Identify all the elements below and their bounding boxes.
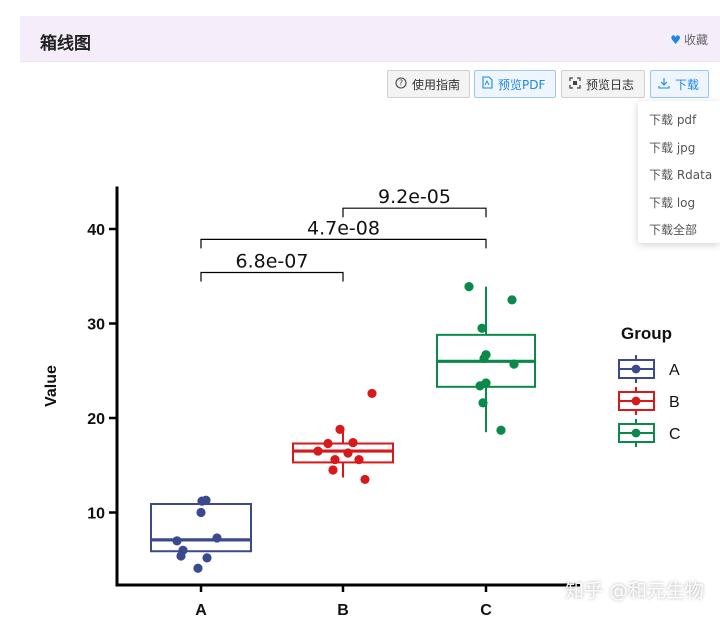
data-point <box>202 553 212 563</box>
data-point <box>464 282 474 292</box>
x-tick-label: B <box>337 602 349 619</box>
box-group-a <box>150 495 252 573</box>
significance-bracket <box>200 238 487 249</box>
download-rdata-item[interactable]: 下载 Rdata <box>649 166 712 183</box>
significance-bracket <box>342 207 487 218</box>
data-point <box>496 425 506 435</box>
data-point <box>343 448 353 458</box>
p-value-label: 9.2e-05 <box>378 186 451 208</box>
data-point <box>348 437 358 448</box>
legend-item-c: C <box>618 419 681 447</box>
legend-label: B <box>669 394 680 411</box>
download-log-item[interactable]: 下载 log <box>649 194 695 211</box>
box-group-b <box>292 388 394 485</box>
download-menu: 下载 pdf 下载 jpg 下载 Rdata 下载 log 下载全部 <box>638 101 720 243</box>
legend-point <box>631 428 641 438</box>
legend-item-b: B <box>618 387 680 415</box>
legend-label: A <box>669 362 680 379</box>
data-point <box>335 424 345 434</box>
data-point <box>197 496 207 506</box>
y-tick-label: 20 <box>87 411 105 428</box>
data-point <box>360 474 370 485</box>
legend-item-a: A <box>618 355 680 383</box>
watermark: 知乎 @和元生物 <box>564 580 704 602</box>
data-point <box>330 454 340 465</box>
comparison-b-c: 9.2e-05 <box>342 186 487 218</box>
data-point <box>475 381 485 391</box>
data-point <box>313 446 323 456</box>
legend-label: C <box>669 426 681 443</box>
comparison-a-c: 4.7e-08 <box>200 217 487 249</box>
data-point <box>367 388 377 399</box>
box-group-c <box>436 282 536 435</box>
data-point <box>477 323 487 333</box>
data-point <box>196 507 206 518</box>
p-value-label: 6.8e-07 <box>236 250 309 272</box>
data-point <box>172 536 182 546</box>
legend-title: Group <box>621 324 672 343</box>
x-tick-label: C <box>480 602 492 619</box>
y-tick-label: 10 <box>87 506 105 523</box>
data-point <box>478 398 488 408</box>
y-axis-label: Value <box>43 365 60 407</box>
data-point <box>212 533 222 543</box>
boxplot-chart: 10203040ValueA B C 6.8e-074.7e-089.2e-05 G… <box>43 186 681 619</box>
data-point <box>176 551 186 561</box>
legend-point <box>631 364 641 374</box>
data-point <box>509 359 519 369</box>
data-point <box>354 454 364 465</box>
legend-point <box>631 396 641 406</box>
download-jpg-item[interactable]: 下载 jpg <box>649 139 695 156</box>
download-all-item[interactable]: 下载全部 <box>649 221 697 238</box>
y-tick-label: 30 <box>87 317 105 334</box>
significance-bracket <box>200 271 344 282</box>
data-point <box>328 465 338 475</box>
comparison-a-b: 6.8e-07 <box>200 250 344 282</box>
y-tick-label: 40 <box>87 222 105 239</box>
data-point <box>323 438 333 449</box>
x-tick-label: A <box>195 602 207 619</box>
download-pdf-item[interactable]: 下载 pdf <box>649 111 696 128</box>
p-value-label: 4.7e-08 <box>307 217 380 239</box>
data-point <box>479 353 489 364</box>
data-point <box>507 295 517 305</box>
data-point <box>193 563 203 573</box>
box-b <box>292 442 394 464</box>
